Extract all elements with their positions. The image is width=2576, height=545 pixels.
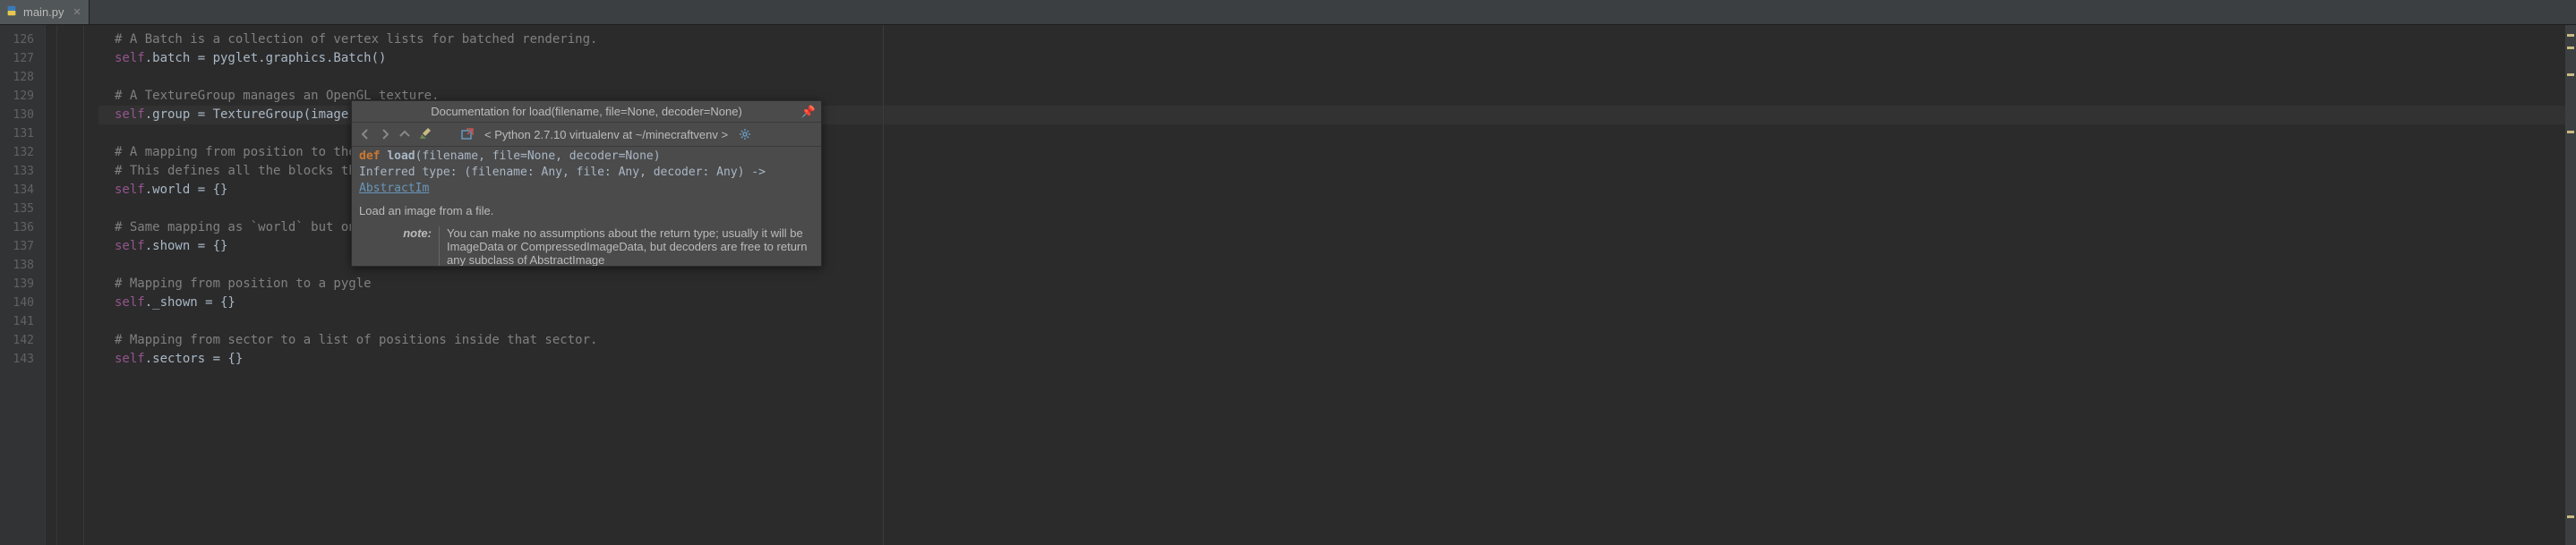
back-icon[interactable] [359,128,372,141]
indent-guides [45,25,98,545]
line-number: 137 [0,237,34,256]
docs-description: Load an image from a file. [352,199,821,223]
line-number: 134 [0,181,34,200]
python-file-icon [5,4,18,20]
stripe-marker[interactable] [2567,47,2574,49]
env-label: < Python 2.7.10 virtualenv at ~/minecraf… [481,128,732,141]
line-number: 131 [0,124,34,143]
line-number: 127 [0,49,34,68]
right-margin-guide [883,25,884,545]
code-line[interactable]: self.batch = pyglet.graphics.Batch() [98,49,2576,68]
gear-icon[interactable] [739,128,751,141]
docs-title: Documentation for load(filename, file=No… [352,101,821,122]
tab-main-py[interactable]: main.py ✕ [0,0,90,24]
line-number: 142 [0,331,34,350]
docs-signature: def load(filename, file=None, decoder=No… [352,147,821,199]
edit-source-icon[interactable] [418,128,431,141]
line-number: 141 [0,312,34,331]
code-line[interactable]: # A Batch is a collection of vertex list… [98,30,2576,49]
line-number: 129 [0,87,34,106]
stripe-marker[interactable] [2567,131,2574,133]
stripe-marker[interactable] [2567,515,2574,518]
line-number: 128 [0,68,34,87]
code-line[interactable]: self.sectors = {} [98,350,2576,369]
line-number: 135 [0,200,34,218]
up-icon[interactable] [398,128,411,141]
docs-toolbar: < Python 2.7.10 virtualenv at ~/minecraf… [352,122,821,147]
note-label: note: [359,226,440,267]
tab-bar: main.py ✕ [0,0,2576,25]
code-line[interactable] [98,312,2576,331]
documentation-popup: Documentation for load(filename, file=No… [351,100,822,267]
line-number: 143 [0,350,34,369]
line-number: 133 [0,162,34,181]
note-text: You can make no assumptions about the re… [440,226,814,267]
pin-icon[interactable]: 📌 [801,105,816,119]
type-link[interactable]: AbstractIm [359,182,429,195]
docs-note: note: You can make no assumptions about … [352,223,821,267]
external-docs-icon[interactable] [461,128,474,141]
forward-icon[interactable] [379,128,391,141]
line-number: 136 [0,218,34,237]
tab-filename: main.py [23,5,64,19]
code-line[interactable]: # Mapping from sector to a list of posit… [98,331,2576,350]
stripe-marker[interactable] [2567,73,2574,76]
line-number: 140 [0,294,34,312]
line-number: 130 [0,106,34,124]
gutter: 1261271281291301311321331341351361371381… [0,25,45,545]
code-line[interactable]: self._shown = {} [98,294,2576,312]
error-stripe[interactable] [2565,25,2576,545]
line-number: 139 [0,275,34,294]
stripe-marker[interactable] [2567,34,2574,37]
code-line[interactable] [98,68,2576,87]
close-icon[interactable]: ✕ [70,6,81,18]
line-number: 138 [0,256,34,275]
code-line[interactable]: # Mapping from position to a pygle [98,275,2576,294]
line-number: 126 [0,30,34,49]
line-number: 132 [0,143,34,162]
